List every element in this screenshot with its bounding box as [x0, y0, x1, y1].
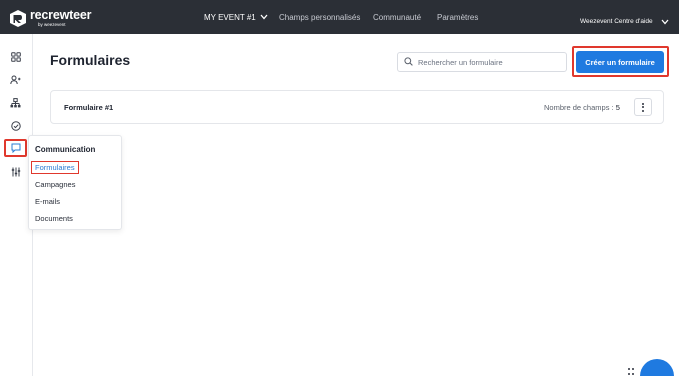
help-center-link[interactable]: Weezevent Centre d'aide	[580, 18, 653, 25]
people-icon[interactable]	[4, 71, 27, 89]
chevron-down-icon	[260, 13, 268, 22]
event-selector[interactable]: MY EVENT #1	[204, 0, 268, 34]
search-input[interactable]	[418, 57, 558, 67]
chat-icon[interactable]	[4, 139, 27, 157]
org-chart-icon[interactable]	[4, 94, 27, 112]
recrewteer-logo[interactable]: recrewteer by weezevent	[10, 8, 91, 28]
field-count-value: 5	[615, 103, 620, 112]
field-count-label: Nombre de champs :	[544, 103, 614, 112]
apps-grid-icon[interactable]	[628, 368, 636, 376]
flyout-item-documents[interactable]: Documents	[35, 214, 73, 223]
help-chevron-down-icon[interactable]	[661, 12, 669, 30]
communication-flyout: Communication Formulaires Campagnes E-ma…	[28, 135, 122, 230]
logo-name: recrewteer	[30, 8, 92, 22]
create-form-button[interactable]: Créer un formulaire	[576, 51, 664, 73]
nav-communaute[interactable]: Communauté	[373, 13, 421, 22]
support-chat-icon[interactable]	[640, 359, 674, 376]
logo-subtitle: by weezevent	[38, 21, 66, 27]
page-title: Formulaires	[50, 52, 131, 68]
top-bar: recrewteer by weezevent MY EVENT #1 Cham…	[0, 0, 679, 34]
search-box[interactable]	[397, 52, 567, 72]
flyout-item-formulaires[interactable]: Formulaires	[31, 161, 79, 174]
nav-champs-personnalises[interactable]: Champs personnalisés	[279, 13, 360, 22]
logo-mark-icon	[10, 9, 26, 27]
search-icon	[404, 53, 413, 71]
field-count: Nombre de champs : 5	[544, 103, 620, 112]
flyout-title: Communication	[35, 145, 96, 154]
nav-parametres[interactable]: Paramètres	[437, 13, 478, 22]
apps-icon[interactable]	[4, 48, 27, 66]
form-row[interactable]: Formulaire #1 Nombre de champs : 5	[50, 90, 664, 124]
event-selector-label: MY EVENT #1	[204, 12, 256, 22]
check-circle-icon[interactable]	[4, 117, 27, 135]
flyout-item-emails[interactable]: E-mails	[35, 197, 60, 206]
sliders-icon[interactable]	[4, 163, 27, 181]
more-options-icon[interactable]	[634, 98, 652, 116]
form-name[interactable]: Formulaire #1	[64, 103, 113, 112]
flyout-item-campagnes[interactable]: Campagnes	[35, 180, 75, 189]
